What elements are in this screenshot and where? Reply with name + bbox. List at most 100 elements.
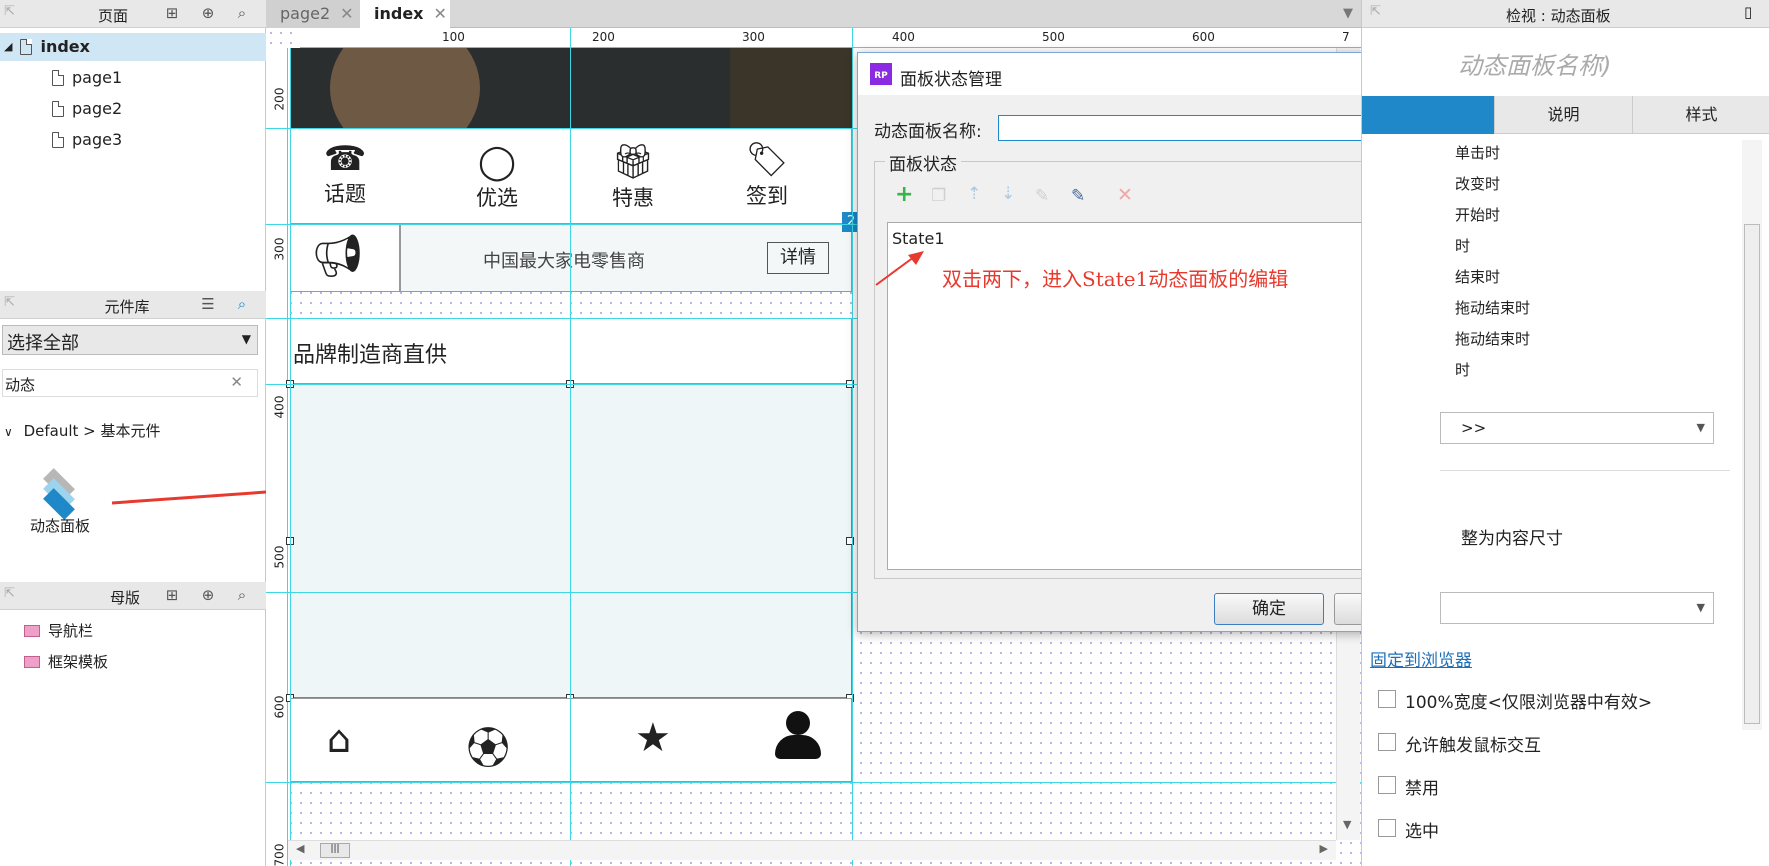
- nav-item-featured[interactable]: ◯ 优选: [462, 142, 532, 212]
- event-item[interactable]: 拖动结束时: [1455, 297, 1530, 318]
- nav-label: 优选: [476, 186, 518, 210]
- master-item-frame[interactable]: 框架模板: [24, 648, 108, 676]
- horizontal-scrollbar[interactable]: ◀ ||| ▶: [288, 840, 1336, 860]
- search-icon[interactable]: ⌕: [232, 586, 252, 606]
- user-icon[interactable]: [775, 711, 821, 759]
- add-folder-icon[interactable]: ⊕: [198, 4, 218, 24]
- checkbox-mouse-interaction[interactable]: [1378, 733, 1396, 751]
- checkbox-full-width[interactable]: [1378, 690, 1396, 708]
- ok-button[interactable]: 确定: [1214, 593, 1324, 625]
- telephone-icon: ☎: [323, 139, 367, 179]
- master-item-label: 框架模板: [48, 653, 109, 671]
- ruler-label: 400: [892, 30, 915, 44]
- clear-icon[interactable]: ✕: [230, 373, 243, 391]
- scroll-mode-select[interactable]: ▼: [1440, 592, 1714, 624]
- close-icon[interactable]: ✕: [434, 4, 447, 23]
- guide-line: [570, 28, 571, 866]
- tab-properties[interactable]: [1362, 96, 1494, 134]
- pin-icon[interactable]: ⇱: [1370, 4, 1381, 19]
- nav-item-deals[interactable]: 🎁︎ 特惠: [598, 142, 668, 212]
- pages-panel-title: 页面: [97, 7, 128, 25]
- event-item[interactable]: 改变时: [1455, 173, 1500, 194]
- scroll-left-icon[interactable]: ◀: [296, 842, 304, 855]
- tree-item-page1[interactable]: page1: [52, 64, 122, 92]
- tab-notes[interactable]: 说明: [1494, 96, 1632, 134]
- inspector-header: ⇱ 检视 : 动态面板 ▯: [1362, 0, 1769, 28]
- duplicate-state-icon[interactable]: ❐: [931, 186, 946, 206]
- scroll-thumb[interactable]: [1744, 224, 1760, 724]
- ruler-label: 100: [442, 30, 465, 44]
- move-up-icon[interactable]: ⇡: [967, 184, 981, 204]
- event-item[interactable]: 结束时: [1455, 266, 1500, 287]
- guide-line: [266, 782, 1361, 783]
- dynamic-panel[interactable]: [290, 384, 852, 698]
- scroll-right-icon[interactable]: ▶: [1320, 842, 1328, 855]
- chevron-down-icon: ▼: [1696, 421, 1705, 434]
- ruler-label: 300: [742, 30, 765, 44]
- delete-state-icon[interactable]: ✕: [1117, 184, 1133, 206]
- event-item[interactable]: 时: [1455, 235, 1470, 256]
- state-item[interactable]: State1: [892, 229, 945, 248]
- event-item[interactable]: 时: [1455, 359, 1470, 380]
- checkbox-selected[interactable]: [1378, 819, 1396, 837]
- nav-item-topic[interactable]: ☎ 话题: [310, 140, 380, 208]
- event-item[interactable]: 开始时: [1455, 204, 1500, 225]
- masters-panel-header: ⇱ 母版 ⊞ ⊕ ⌕: [0, 582, 266, 610]
- details-button[interactable]: 详情: [767, 242, 829, 274]
- menu-icon[interactable]: ☰: [198, 295, 218, 315]
- panel-name-field[interactable]: 动态面板名称): [1458, 46, 1611, 81]
- search-icon[interactable]: ⌕: [232, 295, 252, 315]
- brand-header: 品牌制造商直供: [290, 318, 852, 384]
- star-icon[interactable]: ★: [635, 715, 671, 761]
- scroll-down-icon[interactable]: ▼: [1343, 818, 1351, 831]
- pin-to-browser-link[interactable]: 固定到浏览器: [1370, 646, 1472, 671]
- edit-all-icon[interactable]: ✎: [1071, 186, 1085, 206]
- tab-bar: ⌂ ⚽︎ ★: [290, 698, 852, 782]
- tab-index[interactable]: index ✕: [360, 0, 450, 28]
- checkbox-disabled[interactable]: [1378, 776, 1396, 794]
- scroll-thumb[interactable]: |||: [320, 843, 350, 858]
- add-folder-icon[interactable]: ⊕: [198, 586, 218, 606]
- page-icon: [52, 70, 64, 86]
- dynamic-panel-icon[interactable]: [40, 465, 86, 520]
- nav-label: 签到: [746, 184, 788, 208]
- library-search-input[interactable]: 动态 ✕: [2, 369, 258, 397]
- nav-item-checkin[interactable]: 🏷︎ 签到: [732, 140, 802, 210]
- inspector-scrollbar[interactable]: [1742, 140, 1762, 730]
- edit-state-icon[interactable]: ✎: [1035, 186, 1049, 206]
- soccer-ball-icon[interactable]: ⚽︎: [467, 715, 509, 776]
- home-icon[interactable]: ⌂: [327, 717, 351, 761]
- guide-line: [290, 48, 291, 866]
- tree-item-page3[interactable]: page3: [52, 126, 122, 154]
- move-down-icon[interactable]: ⇣: [1001, 184, 1015, 204]
- library-select[interactable]: 选择全部 ▼: [2, 325, 258, 355]
- tree-item-index[interactable]: ◢ index: [0, 33, 266, 61]
- annotation-text: 双击两下，进入State1动态面板的编辑: [942, 267, 1289, 291]
- add-state-icon[interactable]: +: [895, 182, 913, 207]
- add-page-icon[interactable]: ⊞: [162, 4, 182, 24]
- event-item[interactable]: 拖动结束时: [1455, 328, 1530, 349]
- collapse-icon[interactable]: ◢: [4, 33, 12, 61]
- tab-style[interactable]: 样式: [1632, 96, 1769, 134]
- checkbox-label: 选中: [1405, 822, 1439, 842]
- interaction-select[interactable]: >> ▼: [1440, 412, 1714, 444]
- search-icon[interactable]: ⌕: [232, 4, 252, 24]
- library-group[interactable]: ∨ Default > 基本元件: [4, 420, 161, 441]
- brand-text: 品牌制造商直供: [293, 343, 448, 368]
- add-master-icon[interactable]: ⊞: [162, 586, 182, 606]
- master-item-nav[interactable]: 导航栏: [24, 617, 93, 645]
- app-logo-icon: RP: [870, 63, 892, 85]
- notes-icon[interactable]: ▯: [1744, 3, 1752, 21]
- tab-page2[interactable]: page2 ✕: [266, 0, 360, 28]
- event-item[interactable]: 单击时: [1455, 142, 1500, 163]
- inspector-tabs: 说明 样式: [1362, 96, 1769, 134]
- tabs-dropdown-icon[interactable]: ▼: [1343, 6, 1353, 21]
- checkbox-label: 允许触发鼠标交互: [1405, 736, 1541, 756]
- page-icon: [52, 101, 64, 117]
- tree-item-page2[interactable]: page2: [52, 95, 122, 123]
- page-icon: [20, 39, 33, 55]
- tree-item-label: page2: [72, 99, 123, 118]
- close-icon[interactable]: ✕: [340, 4, 353, 23]
- pin-icon[interactable]: ⇱: [4, 586, 15, 601]
- fit-content-label[interactable]: 整为内容尺寸: [1461, 524, 1563, 549]
